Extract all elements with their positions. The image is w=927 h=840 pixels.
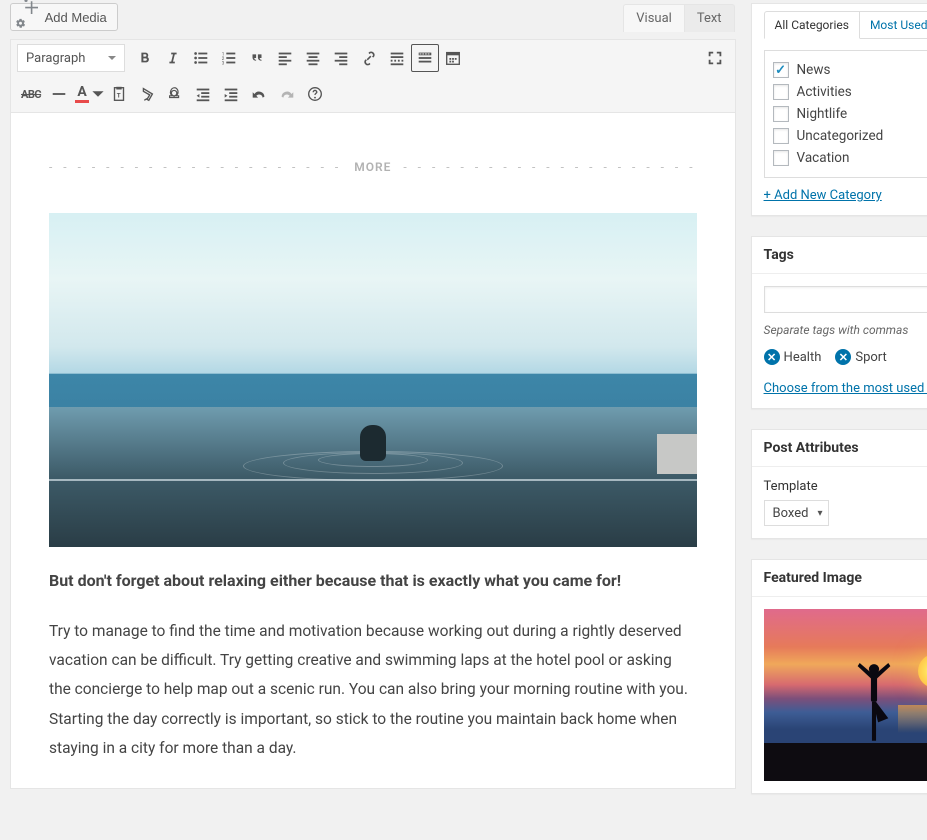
tags-box: Tags ▲ Add Separate tags with commas ✕He… xyxy=(751,236,927,409)
category-label[interactable]: Uncategorized xyxy=(797,128,884,144)
horizontal-rule-button[interactable] xyxy=(45,80,73,108)
featured-image-header[interactable]: Featured Image ▲ xyxy=(752,560,927,597)
template-select[interactable]: Boxed xyxy=(764,500,830,526)
tag-chip: ✕ Health xyxy=(764,349,822,365)
remove-tag-icon[interactable]: ✕ xyxy=(835,349,851,365)
tab-visual[interactable]: Visual xyxy=(623,4,685,32)
media-icon xyxy=(21,0,39,36)
clear-formatting-button[interactable] xyxy=(133,80,161,108)
numbered-list-button[interactable]: 123 xyxy=(215,44,243,72)
tag-input[interactable] xyxy=(764,286,927,313)
category-checkbox[interactable] xyxy=(773,150,789,166)
svg-text:3: 3 xyxy=(222,60,225,66)
featured-image-thumbnail[interactable] xyxy=(764,609,927,781)
add-category-link[interactable]: + Add New Category xyxy=(764,188,882,203)
help-button[interactable] xyxy=(301,80,329,108)
indent-button[interactable] xyxy=(217,80,245,108)
svg-text:T: T xyxy=(117,92,121,100)
blockquote-button[interactable] xyxy=(243,44,271,72)
more-tag-button[interactable] xyxy=(383,44,411,72)
redo-button[interactable] xyxy=(273,80,301,108)
category-item: Nightlife xyxy=(773,103,927,125)
category-label[interactable]: News xyxy=(797,62,831,78)
featured-image-box: Featured Image ▲ xyxy=(751,559,927,794)
toolbar-toggle-button[interactable] xyxy=(411,44,439,72)
tags-header[interactable]: Tags ▲ xyxy=(752,237,927,274)
category-label[interactable]: Vacation xyxy=(797,150,850,166)
add-media-button[interactable]: Add Media xyxy=(10,3,118,31)
more-tag: - - - - - - - - - - - - - - - - - - - - … xyxy=(49,157,697,177)
category-checkbox[interactable] xyxy=(773,128,789,144)
category-item: Uncategorized xyxy=(773,125,927,147)
post-attributes-box: Post Attributes ▲ Template Boxed xyxy=(751,429,927,539)
category-label[interactable]: Nightlife xyxy=(797,106,848,122)
bullet-list-button[interactable] xyxy=(187,44,215,72)
bold-button[interactable] xyxy=(131,44,159,72)
category-checkbox[interactable] xyxy=(773,62,789,78)
editor: Visual Text Paragraph 123 xyxy=(10,39,736,789)
tab-most-used[interactable]: Most Used xyxy=(860,11,927,38)
tag-label: Health xyxy=(784,350,822,365)
italic-button[interactable] xyxy=(159,44,187,72)
editor-content-area[interactable]: - - - - - - - - - - - - - - - - - - - - … xyxy=(11,113,735,788)
category-item: Vacation xyxy=(773,147,927,169)
align-center-button[interactable] xyxy=(299,44,327,72)
category-checkbox[interactable] xyxy=(773,106,789,122)
paste-text-button[interactable]: T xyxy=(105,80,133,108)
categories-box: All Categories Most Used News Activities N… xyxy=(751,3,927,216)
content-intro: But don't forget about relaxing either b… xyxy=(49,567,697,594)
tab-all-categories[interactable]: All Categories xyxy=(764,11,860,39)
category-item: Activities xyxy=(773,81,927,103)
text-color-button[interactable]: A xyxy=(73,80,91,108)
category-checkbox[interactable] xyxy=(773,84,789,100)
outdent-button[interactable] xyxy=(189,80,217,108)
tag-label: Sport xyxy=(855,350,886,365)
post-attributes-header[interactable]: Post Attributes ▲ xyxy=(752,430,927,467)
tag-chip: ✕ Sport xyxy=(835,349,886,365)
tab-text[interactable]: Text xyxy=(685,4,735,32)
remove-tag-icon[interactable]: ✕ xyxy=(764,349,780,365)
add-media-label: Add Media xyxy=(45,10,107,25)
undo-button[interactable] xyxy=(245,80,273,108)
category-label[interactable]: Activities xyxy=(797,84,852,100)
template-label: Template xyxy=(764,479,927,494)
link-button[interactable] xyxy=(355,44,383,72)
text-color-dropdown-button[interactable] xyxy=(91,80,105,108)
tag-help-text: Separate tags with commas xyxy=(764,323,927,337)
align-right-button[interactable] xyxy=(327,44,355,72)
strikethrough-button[interactable]: ABC xyxy=(17,80,45,108)
content-paragraph: Try to manage to find the time and motiv… xyxy=(49,617,697,764)
calendar-button[interactable] xyxy=(439,44,467,72)
special-character-button[interactable] xyxy=(161,80,189,108)
content-image[interactable] xyxy=(49,213,697,547)
fullscreen-button[interactable] xyxy=(701,44,729,72)
format-select[interactable]: Paragraph xyxy=(17,44,125,72)
align-left-button[interactable] xyxy=(271,44,299,72)
editor-toolbar-row1: Paragraph 123 ABC A xyxy=(11,40,735,113)
tag-cloud-link[interactable]: Choose from the most used tags xyxy=(764,381,927,396)
category-item: News xyxy=(773,59,927,81)
